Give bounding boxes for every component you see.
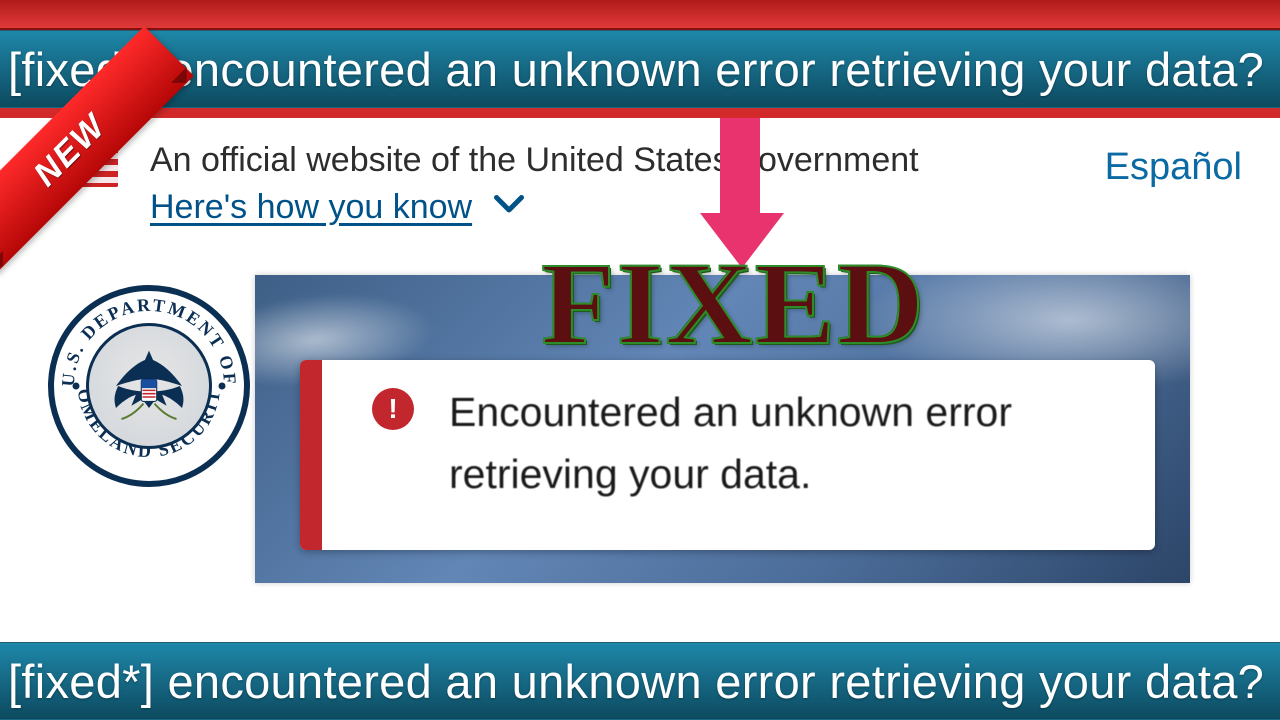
language-espanol-link[interactable]: Español xyxy=(1105,146,1242,189)
dhs-seal: U.S. DEPARTMENT OF HOMELAND SECURITY xyxy=(48,285,250,487)
title-banner-bottom: [fixed*] encountered an unknown error re… xyxy=(0,642,1280,720)
error-icon: ! xyxy=(372,388,414,430)
how-you-know-link[interactable]: Here's how you know xyxy=(150,188,472,227)
error-alert: ! Encountered an unknown error retrievin… xyxy=(300,360,1155,550)
gov-banner-text: An official website of the United States… xyxy=(150,141,1242,227)
official-site-label: An official website of the United States… xyxy=(150,141,1242,180)
red-strip xyxy=(0,108,1280,118)
title-text-bottom: [fixed*] encountered an unknown error re… xyxy=(8,654,1264,709)
chevron-down-icon[interactable] xyxy=(494,194,524,221)
title-banner-top: [fixed*] encountered an unknown error re… xyxy=(0,30,1280,108)
error-icon-glyph: ! xyxy=(388,393,397,425)
alert-accent-bar xyxy=(300,360,322,550)
top-red-bar xyxy=(0,0,1280,30)
fixed-stamp: FIXED xyxy=(541,245,926,363)
eagle-icon xyxy=(89,326,209,446)
error-message: Encountered an unknown error retrieving … xyxy=(449,382,1117,505)
